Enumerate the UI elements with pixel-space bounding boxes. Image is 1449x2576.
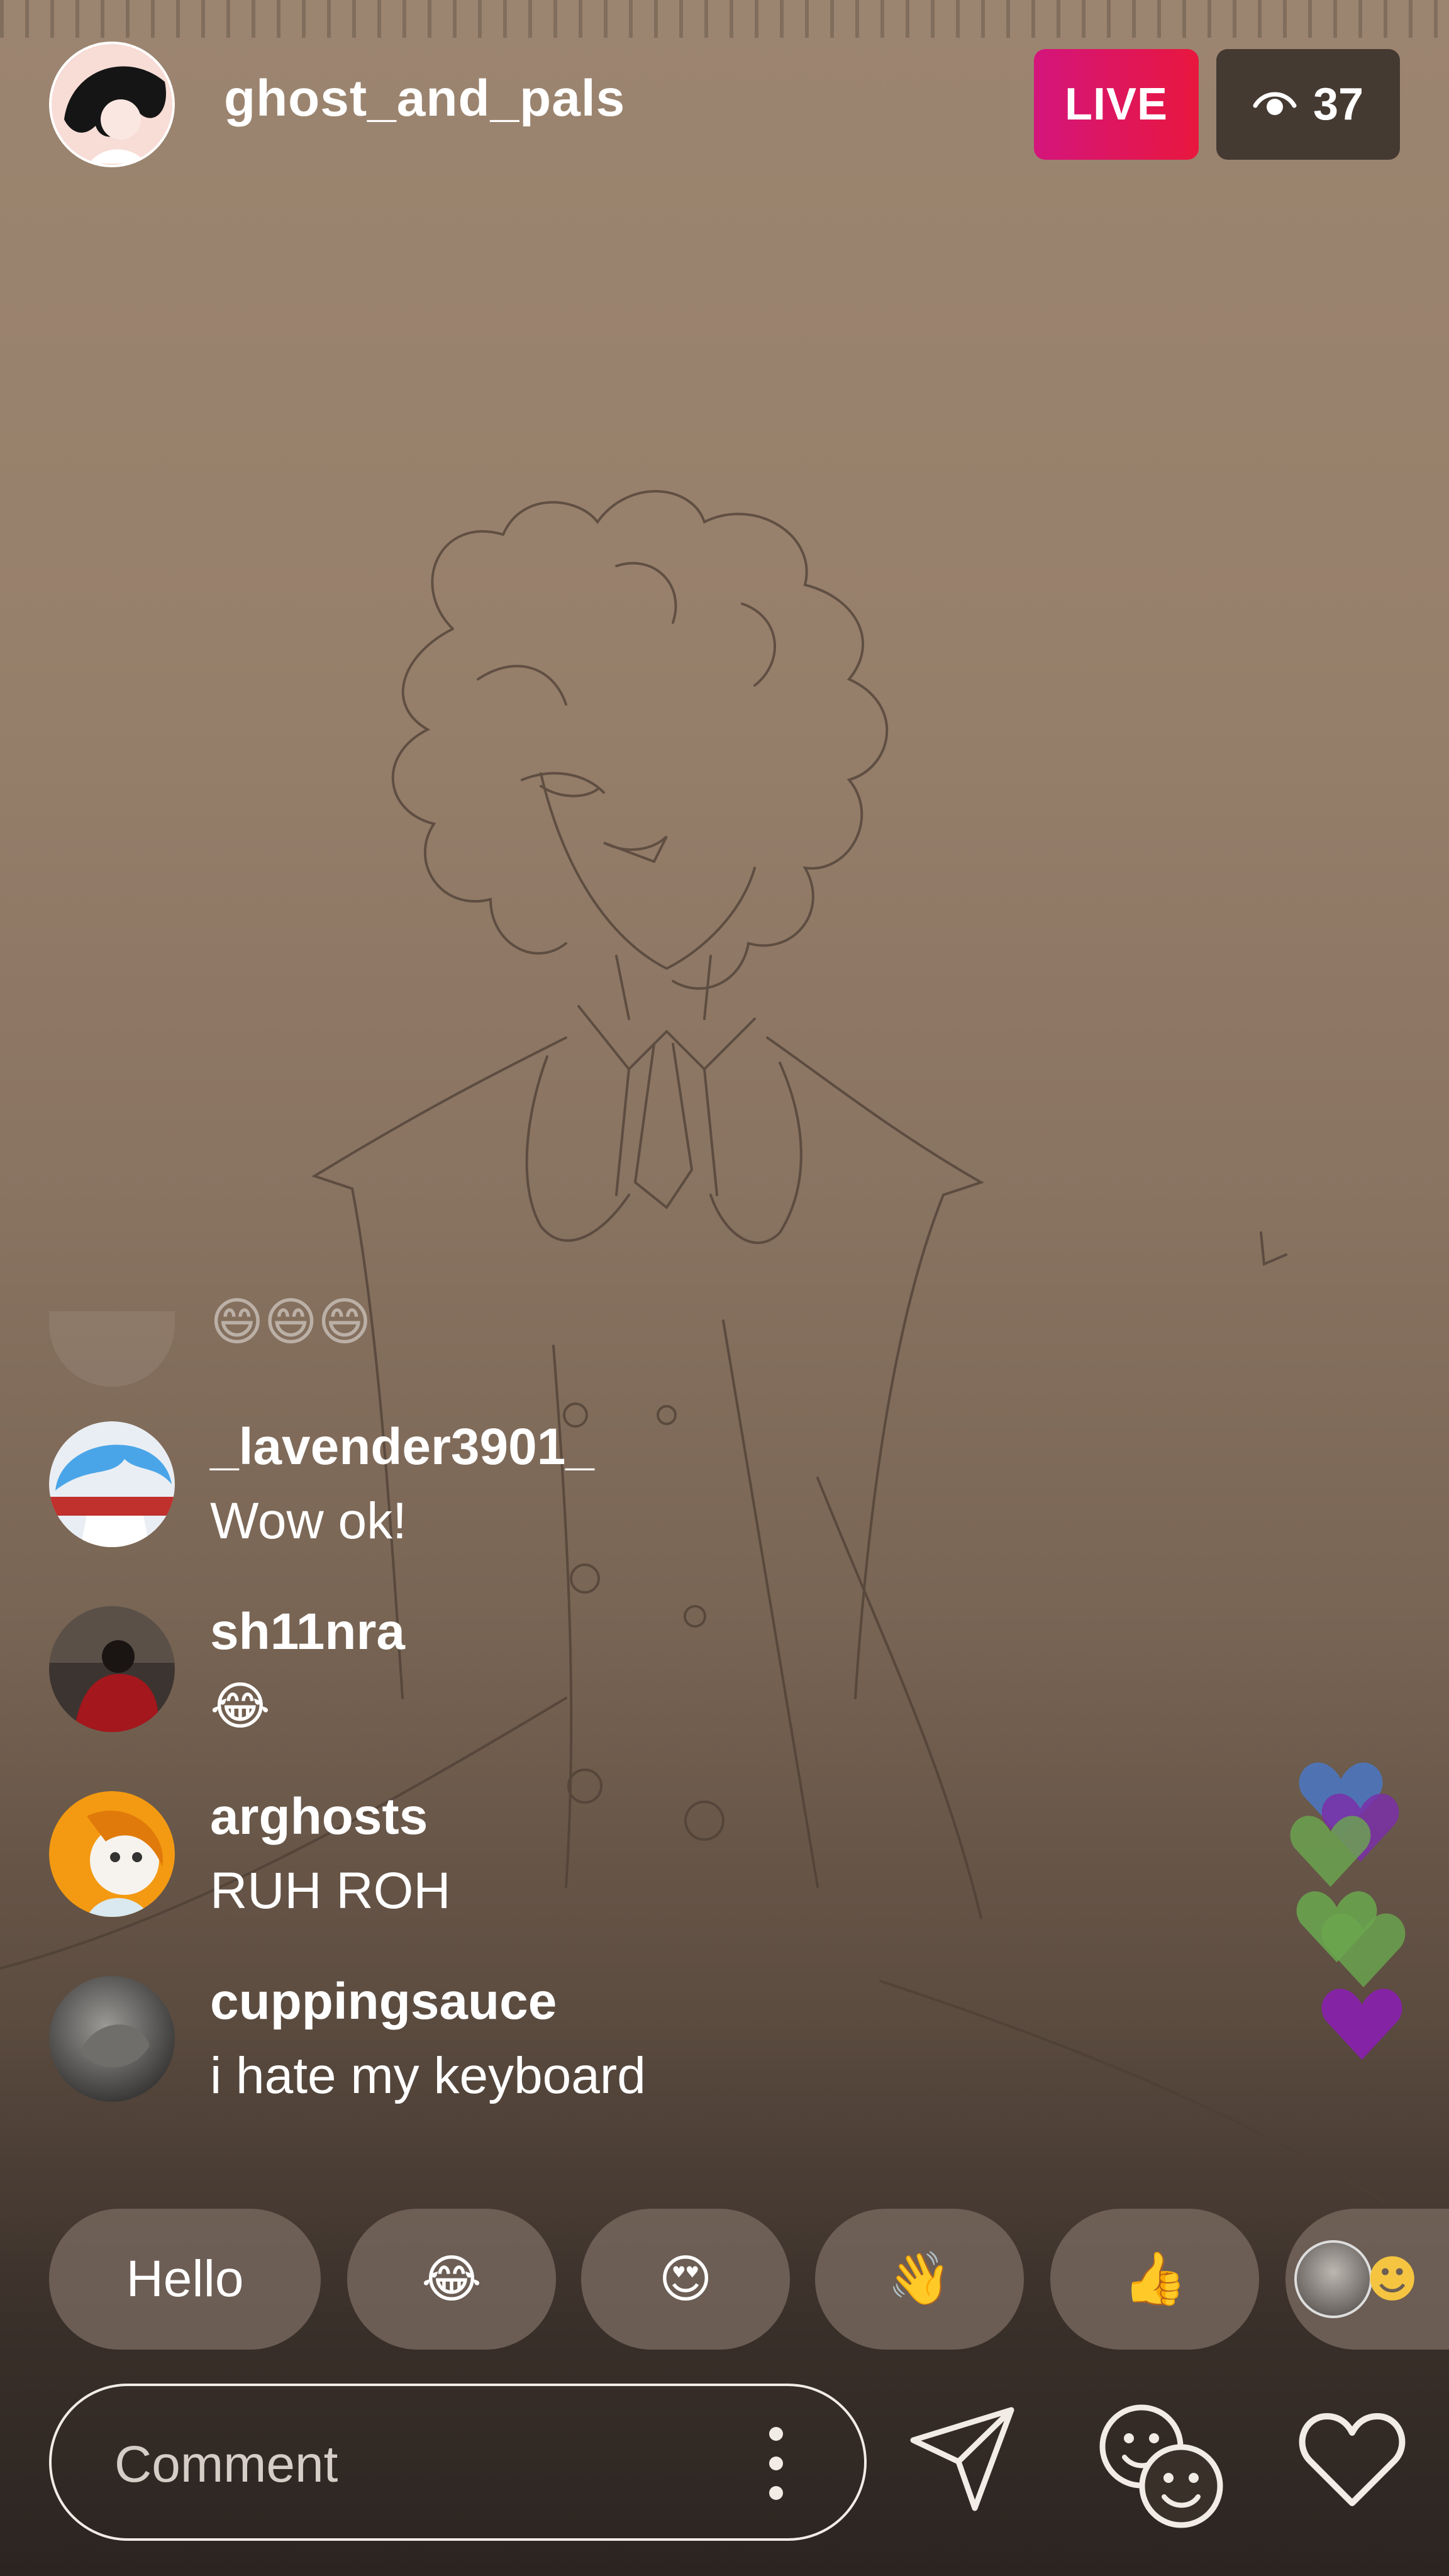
- commenter-username[interactable]: sh11nra: [210, 1602, 405, 1662]
- quick-reply-heart-eyes[interactable]: 😍: [581, 2209, 790, 2350]
- viewer-avatar: [1294, 2240, 1372, 2318]
- commenter-username[interactable]: cuppingsauce: [210, 1972, 557, 2031]
- quick-reply-label: 😍: [658, 2249, 713, 2309]
- heart-icon: [1321, 1913, 1406, 1987]
- quick-reply-laugh[interactable]: 😂: [347, 2209, 556, 2350]
- faces-icon[interactable]: [1094, 2399, 1226, 2531]
- quick-reply-hello[interactable]: Hello: [49, 2209, 321, 2350]
- paper-plane-icon[interactable]: [906, 2402, 1019, 2516]
- quick-reply-label: 👋: [887, 2249, 952, 2309]
- quick-reply-label: Hello: [126, 2250, 244, 2307]
- vertical-dots-icon[interactable]: [763, 2423, 789, 2504]
- live-badge: LIVE: [1034, 49, 1199, 160]
- comment-text: Wow ok!: [210, 1492, 407, 1550]
- quick-reply-label: 😂: [421, 2249, 482, 2309]
- comment-text: 😄😄😄: [210, 1292, 372, 1352]
- commenter-avatar[interactable]: [49, 1421, 175, 1547]
- viewer-count: 37: [1313, 79, 1364, 130]
- commenter-avatar[interactable]: [49, 1606, 175, 1732]
- quick-reply-label: 👍: [1122, 2249, 1187, 2309]
- quick-reply-more[interactable]: ☻: [1285, 2209, 1449, 2350]
- quick-reply-thumbs-up[interactable]: 👍: [1050, 2209, 1259, 2350]
- commenter-avatar[interactable]: [49, 1791, 175, 1917]
- comment-text: i hate my keyboard: [210, 2047, 646, 2104]
- quick-reply-wave[interactable]: 👋: [815, 2209, 1024, 2350]
- stream-video-sketch: [0, 490, 1385, 2202]
- heart-icon: [1290, 1816, 1371, 1887]
- laugh-icon: ☻: [1366, 2250, 1419, 2309]
- commenter-username[interactable]: _lavender3901_: [210, 1418, 594, 1477]
- comment-text: RUH ROH: [210, 1862, 451, 1919]
- heart-outline-icon[interactable]: [1296, 2402, 1409, 2516]
- host-avatar[interactable]: [49, 42, 175, 167]
- eye-icon: [1253, 79, 1297, 130]
- comment-text: 😂: [210, 1677, 270, 1736]
- commenter-username[interactable]: arghosts: [210, 1787, 428, 1846]
- comment-input[interactable]: Comment: [49, 2384, 867, 2541]
- comment-placeholder: Comment: [114, 2436, 338, 2493]
- heart-icon: [1321, 1989, 1402, 2060]
- host-username[interactable]: ghost_and_pals: [224, 69, 625, 128]
- viewer-count-badge[interactable]: 37: [1216, 49, 1400, 160]
- commenter-avatar[interactable]: [49, 1976, 175, 2102]
- live-label: LIVE: [1064, 79, 1169, 130]
